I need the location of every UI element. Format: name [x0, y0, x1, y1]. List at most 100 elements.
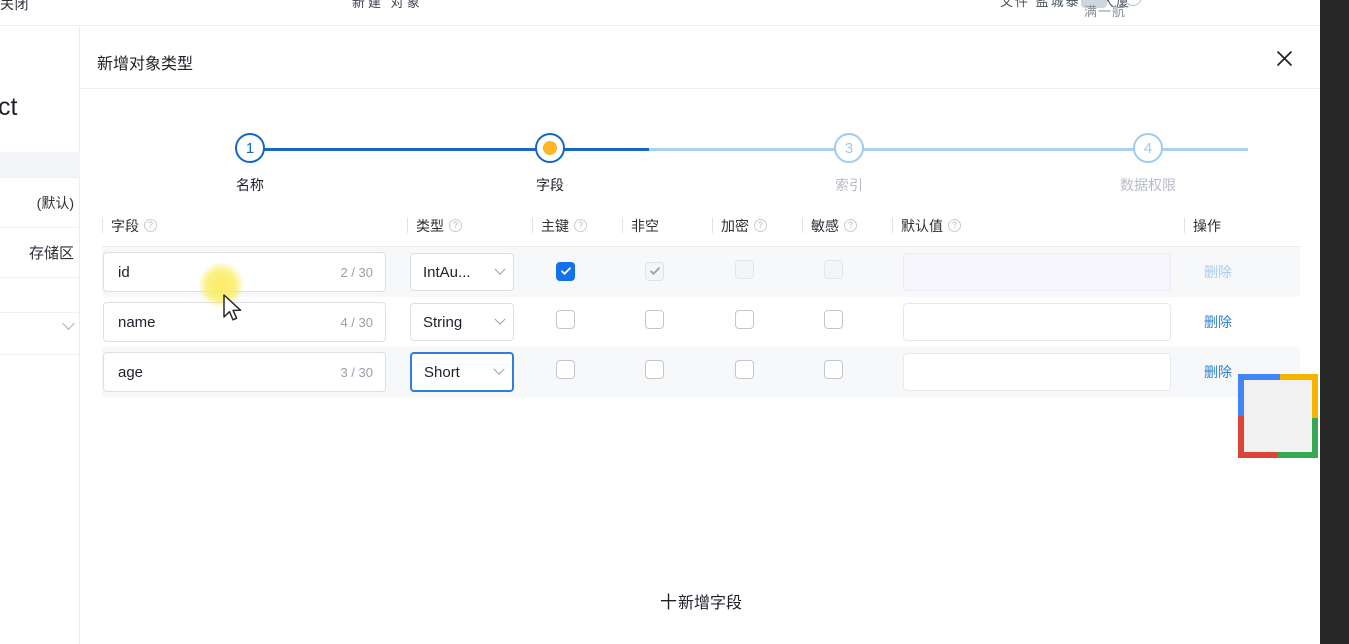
background-row-label: 存储区 — [28, 245, 74, 262]
cell-sensitive — [802, 360, 892, 384]
cell-not-null — [622, 310, 712, 334]
cell-default-value — [892, 253, 1184, 291]
primary-key-checkbox[interactable] — [556, 261, 575, 281]
cell-encrypt — [712, 310, 802, 334]
fields-table-header: 字段 ? 类型 ? 主键 ? 非空 加密 ? 敏感 ? 默认值 ? 操作 — [102, 205, 1300, 247]
close-icon[interactable] — [1269, 43, 1299, 73]
app-top-bar: 关闭 新建 对象 文件 盐城泰权 大厦 满一航 — [0, 0, 1320, 26]
cell-not-null — [622, 261, 712, 283]
default-value-input — [903, 253, 1171, 291]
column-header-label: 默认值 — [901, 217, 943, 234]
stepper-step-circle: 3 — [834, 133, 864, 163]
sensitive-checkbox[interactable] — [824, 360, 843, 379]
help-icon[interactable]: ? — [844, 219, 857, 232]
cell-field: id 2 / 30 — [102, 252, 407, 292]
stepper-active-dot-icon — [543, 141, 557, 155]
dialog-header: 新增对象类型 — [80, 27, 1320, 89]
cell-primary-key — [532, 360, 622, 384]
column-header-label: 加密 — [721, 217, 749, 234]
cell-not-null — [622, 360, 712, 384]
encrypt-checkbox[interactable] — [735, 310, 754, 329]
stepper-step-circle — [535, 133, 565, 163]
column-header-field: 字段 ? — [102, 217, 407, 234]
background-row-label: (默认) — [36, 194, 74, 211]
not-null-checkbox[interactable] — [645, 360, 664, 379]
background-table-row: 存储区 — [0, 228, 80, 278]
default-value-input[interactable] — [903, 353, 1171, 391]
field-type-value: IntAu... — [423, 263, 471, 281]
column-header-label: 字段 — [111, 217, 139, 234]
add-field-label: 新增字段 — [677, 594, 742, 612]
field-type-select[interactable]: Short — [410, 352, 514, 392]
chevron-down-icon — [494, 313, 506, 325]
field-type-value: Short — [424, 363, 460, 381]
stepper-connector-3 — [948, 148, 1248, 151]
stepper-step-index[interactable]: 3 索引 — [789, 133, 909, 195]
stepper-step-name[interactable]: 1 名称 — [190, 133, 310, 195]
column-header-label: 操作 — [1193, 217, 1221, 234]
encrypt-checkbox[interactable] — [735, 360, 754, 379]
cell-field: name 4 / 30 — [102, 302, 407, 342]
encrypt-checkbox — [735, 260, 754, 279]
cell-actions: 删除 — [1184, 262, 1300, 282]
primary-key-checkbox[interactable] — [556, 310, 575, 329]
help-icon[interactable]: ? — [449, 219, 462, 232]
chevron-down-icon — [494, 263, 506, 275]
field-name-input[interactable]: id 2 / 30 — [103, 252, 386, 292]
column-header-label: 主键 — [541, 217, 569, 234]
field-name-value: age — [118, 363, 144, 381]
background-table-row: (默认) — [0, 178, 80, 228]
stepper-step-number: 3 — [844, 139, 854, 157]
field-type-select[interactable]: IntAu... — [410, 253, 514, 291]
field-name-value: name — [118, 313, 156, 331]
stepper-step-number: 1 — [245, 139, 255, 157]
sensitive-checkbox — [824, 260, 843, 279]
cell-type: Short — [407, 352, 532, 392]
stepper-step-data-permission[interactable]: 4 数据权限 — [1088, 133, 1208, 195]
field-name-input[interactable]: name 4 / 30 — [103, 302, 386, 342]
column-header-sensitive: 敏感 ? — [802, 218, 892, 234]
help-icon[interactable]: ? — [144, 219, 157, 232]
delete-row-button[interactable]: 删除 — [1204, 364, 1232, 380]
add-object-type-dialog: 新增对象类型 1 名称 字段 3 索引 4 数据权限 字段 ? 类型 ? 主键 … — [80, 27, 1320, 644]
wizard-stepper: 1 名称 字段 3 索引 4 数据权限 — [80, 89, 1320, 217]
add-field-button[interactable]: 十 新增字段 — [102, 588, 1300, 613]
username-label: 满一航 — [1084, 4, 1127, 19]
column-header-not-null: 非空 — [622, 217, 712, 234]
field-name-value: id — [118, 263, 130, 281]
help-icon[interactable]: ? — [574, 219, 587, 232]
delete-row-button[interactable]: 删除 — [1204, 314, 1232, 330]
column-header-type: 类型 ? — [407, 218, 532, 234]
stepper-step-fields[interactable]: 字段 — [490, 133, 610, 195]
column-header-label: 非空 — [631, 217, 659, 234]
cell-actions: 删除 — [1184, 312, 1300, 332]
dialog-title: 新增对象类型 — [97, 56, 194, 73]
background-page-title: ct — [0, 93, 18, 121]
top-bar-left-label: 关闭 — [0, 0, 29, 12]
background-left-panel: ct (默认) 存储区 — [0, 27, 80, 644]
not-null-checkbox[interactable] — [645, 310, 664, 329]
background-table-row — [0, 152, 80, 178]
cell-sensitive — [802, 310, 892, 334]
stepper-connector-1 — [250, 148, 650, 151]
primary-key-checkbox[interactable] — [556, 360, 575, 379]
cell-encrypt — [712, 360, 802, 384]
stepper-step-label: 数据权限 — [1120, 177, 1176, 193]
sensitive-checkbox[interactable] — [824, 310, 843, 329]
column-header-default-value: 默认值 ? — [892, 217, 1184, 234]
cell-field: age 3 / 30 — [102, 352, 407, 392]
help-icon[interactable]: ? — [754, 219, 767, 232]
screen-edge-strip — [1320, 0, 1349, 644]
stepper-step-label: 名称 — [236, 177, 264, 193]
cell-encrypt — [712, 260, 802, 284]
help-icon[interactable]: ? — [948, 219, 961, 232]
field-name-input[interactable]: age 3 / 30 — [103, 352, 386, 392]
cell-default-value — [892, 353, 1184, 391]
table-row: age 3 / 30 Short 删除 — [102, 347, 1300, 397]
cell-sensitive — [802, 260, 892, 284]
field-type-select[interactable]: String — [410, 303, 514, 341]
field-name-counter: 4 / 30 — [340, 314, 373, 330]
default-value-input[interactable] — [903, 303, 1171, 341]
stepper-connector-2 — [649, 148, 949, 151]
cell-default-value — [892, 303, 1184, 341]
